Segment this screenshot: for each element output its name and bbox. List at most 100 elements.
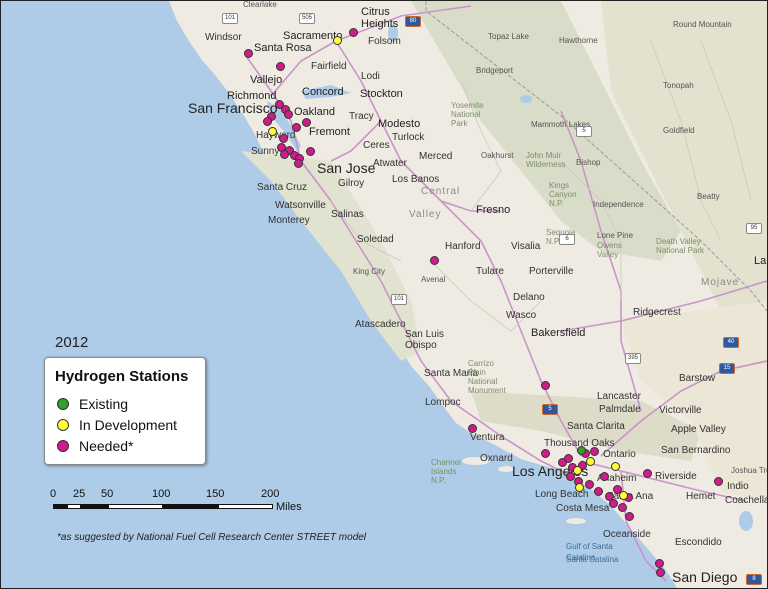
- legend-item-in-development: In Development: [57, 417, 177, 433]
- place-label: Santa Clarita: [567, 421, 625, 432]
- highway-shield: 101: [391, 294, 407, 305]
- place-label: Concord: [302, 86, 344, 98]
- year-label: 2012: [55, 334, 89, 351]
- legend: Hydrogen Stations Existing In Developmen…: [44, 357, 206, 465]
- place-label: Atwater: [373, 158, 407, 169]
- station-marker-needed[interactable]: [279, 134, 288, 143]
- station-marker-in-development[interactable]: [586, 457, 595, 466]
- water-label: Santa Catalina: [566, 555, 619, 564]
- place-label: Riverside: [655, 471, 697, 482]
- station-marker-needed[interactable]: [276, 62, 285, 71]
- park-label: Carrizo Plain National Monument: [468, 359, 506, 395]
- station-marker-in-development[interactable]: [575, 483, 584, 492]
- highway-shield: 15: [719, 363, 735, 374]
- place-label: Citrus Heights: [361, 6, 399, 30]
- station-marker-needed[interactable]: [609, 499, 618, 508]
- place-label: Santa Cruz: [257, 182, 308, 193]
- station-marker-needed[interactable]: [541, 381, 550, 390]
- place-label: Tonopah: [663, 81, 694, 90]
- station-marker-needed[interactable]: [564, 454, 573, 463]
- place-label: Costa Mesa: [556, 503, 610, 514]
- scale-tick: 150: [206, 488, 225, 500]
- station-marker-needed[interactable]: [585, 480, 594, 489]
- station-marker-needed[interactable]: [594, 487, 603, 496]
- scale-segment: [53, 504, 67, 509]
- place-label: Hanford: [445, 241, 481, 252]
- station-marker-needed[interactable]: [618, 503, 627, 512]
- station-marker-in-development[interactable]: [333, 36, 342, 45]
- station-marker-needed[interactable]: [294, 159, 303, 168]
- station-marker-needed[interactable]: [590, 447, 599, 456]
- place-label: Delano: [513, 292, 545, 303]
- place-label: Bridgeport: [476, 66, 513, 75]
- park-label: John Muir Wilderness: [526, 151, 566, 169]
- legend-item-needed: Needed*: [57, 438, 134, 454]
- place-label: Modesto: [378, 118, 421, 130]
- station-marker-in-development[interactable]: [268, 127, 277, 136]
- place-label: King City: [353, 267, 386, 276]
- place-label: Vallejo: [250, 74, 283, 86]
- place-label: Tulare: [476, 266, 504, 277]
- highway-shield: 5: [576, 126, 592, 137]
- place-label: Clearlake: [243, 0, 277, 9]
- place-label: Coachella: [725, 495, 768, 506]
- place-label: Goldfield: [663, 126, 695, 135]
- place-label: Monterey: [268, 215, 310, 226]
- station-marker-in-development[interactable]: [611, 462, 620, 471]
- station-marker-needed[interactable]: [541, 449, 550, 458]
- station-marker-needed[interactable]: [292, 123, 301, 132]
- place-label: Atascadero: [355, 319, 406, 330]
- station-marker-needed[interactable]: [655, 559, 664, 568]
- highway-shield: 5: [542, 404, 558, 415]
- place-label: Hemet: [686, 491, 716, 502]
- station-marker-in-development[interactable]: [573, 466, 582, 475]
- place-label: Joshua Tre: [731, 466, 768, 475]
- scale-tick: 200: [261, 488, 280, 500]
- place-label: San Bernardino: [661, 445, 731, 456]
- place-label: Merced: [419, 151, 453, 162]
- place-label: Ridgecrest: [633, 307, 681, 318]
- station-marker-needed[interactable]: [656, 568, 665, 577]
- scale-segment: [67, 504, 81, 509]
- station-marker-needed[interactable]: [302, 118, 311, 127]
- place-label: San Diego: [672, 569, 738, 585]
- station-marker-needed[interactable]: [284, 110, 293, 119]
- scale-segment: [81, 504, 108, 509]
- place-label: Oceanside: [603, 529, 651, 540]
- highway-shield: 40: [723, 337, 739, 348]
- highway-shield: 395: [625, 353, 641, 364]
- place-label: Palmdale: [599, 404, 641, 415]
- station-marker-needed[interactable]: [306, 147, 315, 156]
- station-marker-needed[interactable]: [244, 49, 253, 58]
- place-label: San Jose: [317, 160, 376, 176]
- place-label: Victorville: [659, 405, 702, 416]
- place-label: Hawthorne: [559, 36, 598, 45]
- station-marker-needed[interactable]: [430, 256, 439, 265]
- station-marker-needed[interactable]: [643, 469, 652, 478]
- place-label: Bishop: [576, 158, 601, 167]
- scale-tick: 0: [50, 488, 57, 500]
- place-label: Round Mountain: [673, 20, 732, 29]
- place-label: Soledad: [357, 234, 394, 245]
- place-label: Ventura: [470, 432, 505, 443]
- station-marker-needed[interactable]: [625, 512, 634, 521]
- place-label: Lompoc: [425, 397, 461, 408]
- station-marker-needed[interactable]: [600, 472, 609, 481]
- place-label: Ceres: [363, 140, 390, 151]
- station-marker-needed[interactable]: [714, 477, 723, 486]
- legend-swatch-needed: [57, 440, 69, 452]
- place-label: Visalia: [511, 241, 541, 252]
- station-marker-needed[interactable]: [263, 117, 272, 126]
- place-label: Sunny: [251, 146, 280, 157]
- place-label: Avenal: [421, 275, 446, 284]
- station-marker-needed[interactable]: [349, 28, 358, 37]
- station-marker-needed[interactable]: [468, 424, 477, 433]
- station-marker-in-development[interactable]: [619, 491, 628, 500]
- station-marker-existing[interactable]: [577, 446, 586, 455]
- region-label: Valley: [409, 209, 442, 220]
- place-label: Beatty: [697, 192, 720, 201]
- place-label: Fairfield: [311, 61, 347, 72]
- place-label: Wasco: [506, 310, 537, 321]
- legend-label: In Development: [79, 417, 178, 433]
- station-marker-needed[interactable]: [280, 150, 289, 159]
